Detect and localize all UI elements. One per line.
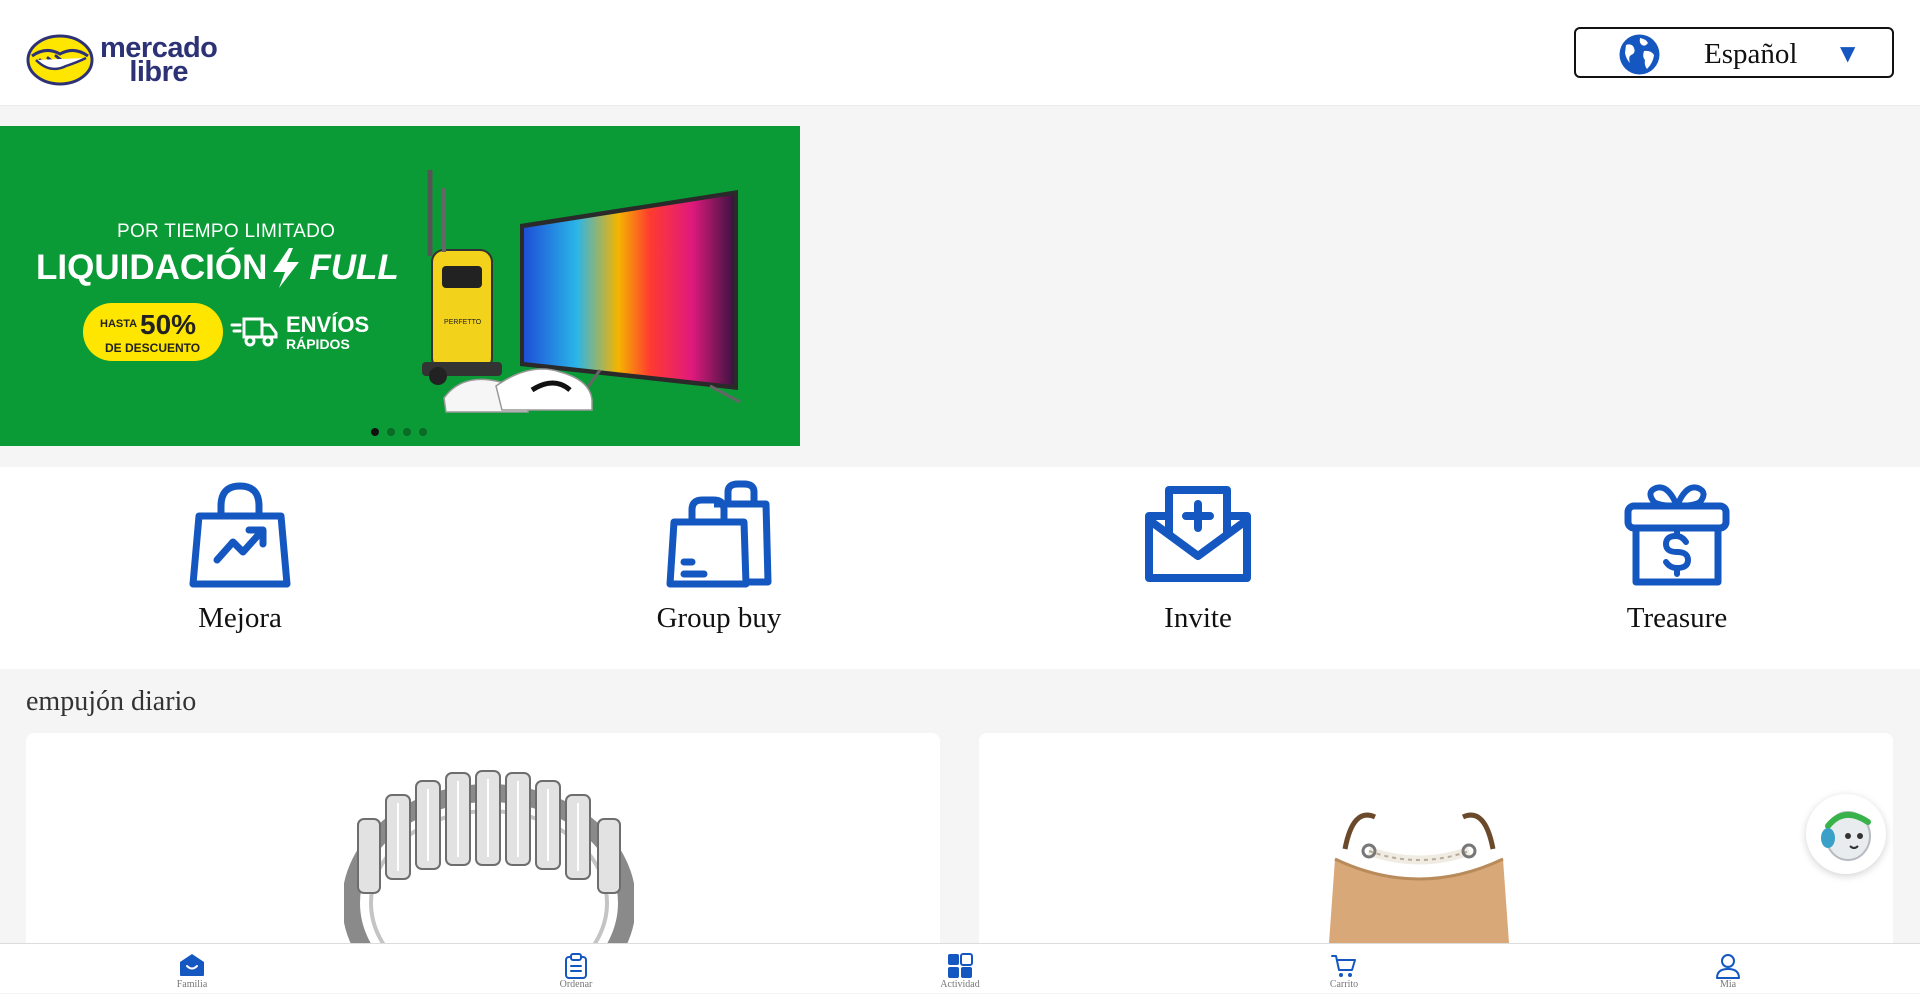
discount-prefix: HASTA [100, 318, 138, 330]
banner-title-brand: FULL [309, 248, 399, 287]
nav-item-carrito[interactable]: Carrito [1284, 944, 1404, 994]
washer-brand: PERFETTO [444, 319, 482, 326]
carousel-dot[interactable] [419, 428, 427, 436]
gift-dollar-icon [1624, 484, 1730, 586]
shortcut-invite[interactable]: Invite [1048, 467, 1348, 669]
carousel-dot[interactable] [403, 428, 411, 436]
language-label: Español [1704, 38, 1798, 70]
carousel-dot[interactable] [387, 428, 395, 436]
shortcut-label: Mejora [198, 602, 282, 634]
discount-badge: HASTA 50% DE DESCUENTO [83, 303, 223, 361]
nav-label: Actividad [940, 979, 980, 990]
shortcut-treasure[interactable]: Treasure [1527, 467, 1827, 669]
mail-plus-icon [1145, 486, 1251, 582]
nav-label: Carrito [1329, 979, 1359, 990]
shortcut-mejora[interactable]: Mejora [90, 467, 390, 669]
lightning-icon [273, 248, 300, 288]
banner-title: LIQUIDACIÓN FULL [36, 246, 399, 290]
banner-title-text: LIQUIDACIÓN [36, 248, 268, 287]
discount-suffix: DE DESCUENTO [105, 341, 201, 355]
nav-label: Mia [1719, 979, 1737, 990]
promo-banner[interactable]: POR TIEMPO LIMITADO LIQUIDACIÓN FULL HAS… [0, 126, 800, 446]
nav-item-actividad[interactable]: Actividad [900, 944, 1020, 994]
logo-wordmark: mercado libre [100, 34, 218, 87]
nav-item-mia[interactable]: Mia [1668, 944, 1788, 994]
trending-bag-icon [189, 482, 291, 588]
cart-icon [1331, 955, 1356, 977]
clipboard-icon [565, 953, 587, 979]
section-title: empujón diario [26, 686, 197, 717]
fast-truck-icon [230, 317, 278, 347]
chevron-down-icon: ▼ [1840, 41, 1856, 65]
banner-products-image: PERFETTO [422, 170, 741, 413]
nav-item-familia[interactable]: Familia [132, 944, 252, 994]
banner-subtitle: POR TIEMPO LIMITADO [117, 221, 336, 242]
shipping-line1: ENVÍOS [286, 312, 370, 337]
shortcut-label: Group buy [656, 602, 782, 634]
nav-item-ordenar[interactable]: Ordenar [516, 944, 636, 994]
handshake-logo-icon [26, 34, 94, 86]
shortcut-label: Invite [1164, 602, 1232, 634]
bottom-nav: Familia Ordenar Actividad Carrito Mia [0, 943, 1920, 993]
shortcut-row: Mejora Group buy Invite Treasure [0, 467, 1920, 669]
assistant-button[interactable] [1806, 794, 1886, 874]
shipping-line2: RÁPIDOS [286, 336, 350, 352]
shopping-bags-icon [666, 480, 772, 588]
discount-value: 50% [140, 309, 197, 340]
nav-label: Ordenar [559, 979, 593, 990]
language-select[interactable]: Español ▼ [1574, 27, 1894, 78]
user-icon [1716, 954, 1740, 979]
shortcut-label: Treasure [1626, 602, 1728, 634]
mercadolibre-logo[interactable]: mercado libre [26, 34, 218, 87]
carousel-dots [371, 428, 427, 436]
header: mercado libre Español ▼ [0, 0, 1920, 106]
shortcut-group-buy[interactable]: Group buy [569, 467, 869, 669]
grid-icon [948, 953, 973, 978]
globe-icon [1619, 34, 1660, 75]
robot-assistant-icon [1821, 811, 1871, 861]
home-icon [180, 954, 204, 976]
nav-label: Familia [176, 979, 208, 990]
carousel-dot[interactable] [371, 428, 379, 436]
